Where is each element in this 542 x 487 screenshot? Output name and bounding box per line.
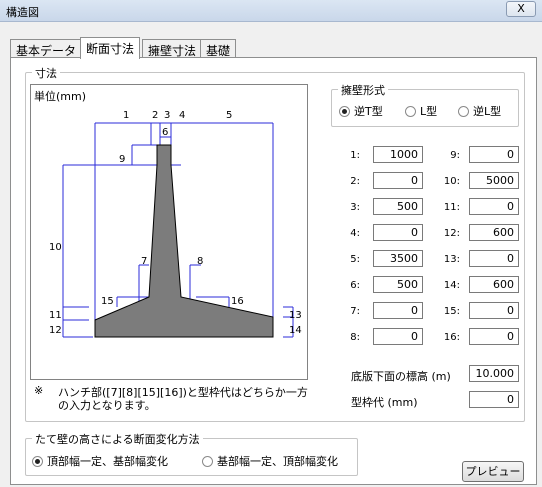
param-15-input[interactable]: 0 — [469, 302, 519, 319]
section-drawing: 単位(mm) 1 2 3 5 4 6 7 8 9 10 11 12 13 14 … — [30, 84, 308, 380]
param-5-input[interactable]: 3500 — [373, 250, 423, 267]
param-1-input[interactable]: 1000 — [373, 146, 423, 163]
param-label: 6: — [350, 280, 360, 291]
section-change-base-fixed-radio[interactable]: 基部幅一定、頂部幅変化 — [202, 453, 338, 469]
radio-label: 逆T型 — [354, 105, 383, 118]
radio-label: L型 — [420, 105, 438, 118]
param-12-input[interactable]: 600 — [469, 224, 519, 241]
param-label: 8: — [350, 332, 360, 343]
param-9-input[interactable]: 0 — [469, 146, 519, 163]
dim-label-5: 4 — [179, 110, 185, 121]
section-change-group: たて壁の高さによる断面変化方法 頂部幅一定、基部幅変化 基部幅一定、頂部幅変化 — [25, 431, 358, 476]
radio-label: 逆L型 — [473, 105, 502, 118]
window-title: 構造図 — [6, 6, 39, 19]
param-3-input[interactable]: 500 — [373, 198, 423, 215]
dim-label-2: 2 — [152, 110, 158, 121]
section-change-top-fixed-radio[interactable]: 頂部幅一定、基部幅変化 — [32, 453, 168, 469]
param-label: 5: — [350, 254, 360, 265]
param-label: 11: — [443, 202, 460, 213]
dim-label-15: 15 — [101, 296, 114, 307]
param-label: 14: — [443, 280, 460, 291]
radio-dot — [339, 106, 350, 117]
title-bar: 構造図 X — [0, 0, 542, 22]
tab-foundation[interactable]: 基礎 — [200, 39, 237, 58]
param-7-input[interactable]: 0 — [373, 302, 423, 319]
param-label: 16: — [443, 332, 460, 343]
bottom-elevation-input[interactable]: 10.000 — [469, 365, 519, 382]
wall-type-title: 擁壁形式 — [338, 82, 388, 98]
param-14-input[interactable]: 600 — [469, 276, 519, 293]
bottom-elevation-label: 底版下面の標高 (m) — [351, 370, 451, 383]
param-label: 12: — [443, 228, 460, 239]
dim-label-3: 3 — [164, 110, 170, 121]
dim-label-13: 13 — [289, 310, 302, 321]
radio-dot — [32, 456, 43, 467]
param-label: 1: — [350, 150, 360, 161]
dim-label-1: 1 — [123, 110, 129, 121]
dim-label-9: 9 — [119, 154, 125, 165]
param-4-input[interactable]: 0 — [373, 224, 423, 241]
radio-dot — [405, 106, 416, 117]
param-label: 7: — [350, 306, 360, 317]
section-diagram: 1 2 3 5 4 6 7 8 9 10 11 12 13 14 15 16 — [49, 110, 302, 338]
note-symbol: ※ — [34, 384, 44, 397]
tab-wall-dimensions[interactable]: 擁壁寸法 — [142, 39, 203, 58]
radio-label: 基部幅一定、頂部幅変化 — [217, 455, 338, 468]
dim-label-16: 16 — [231, 296, 244, 307]
param-6-input[interactable]: 500 — [373, 276, 423, 293]
param-11-input[interactable]: 0 — [469, 198, 519, 215]
param-label: 2: — [350, 176, 360, 187]
param-16-input[interactable]: 0 — [469, 328, 519, 345]
radio-dot — [458, 106, 469, 117]
wall-type-inverted-t-radio[interactable]: 逆T型 — [339, 103, 383, 119]
param-8-input[interactable]: 0 — [373, 328, 423, 345]
tab-basic-data[interactable]: 基本データ — [10, 39, 83, 58]
dim-label-4: 5 — [226, 110, 232, 121]
dim-label-7: 7 — [141, 256, 147, 267]
dim-label-6: 6 — [162, 127, 168, 138]
param-label: 13: — [443, 254, 460, 265]
wall-type-group: 擁壁形式 逆T型 L型 逆L型 — [331, 82, 519, 127]
retaining-wall-shape — [94, 144, 274, 338]
wall-type-inverted-l-radio[interactable]: 逆L型 — [458, 103, 501, 119]
dim-label-11: 11 — [49, 310, 62, 321]
note-line-2: の入力となります。 — [58, 399, 156, 412]
param-label: 4: — [350, 228, 360, 239]
param-2-input[interactable]: 0 — [373, 172, 423, 189]
param-label: 9: — [450, 150, 460, 161]
radio-label: 頂部幅一定、基部幅変化 — [47, 455, 168, 468]
tab-section-dimensions[interactable]: 断面寸法 — [80, 37, 141, 59]
param-13-input[interactable]: 0 — [469, 250, 519, 267]
dim-label-12: 12 — [49, 325, 62, 336]
wall-type-l-radio[interactable]: L型 — [405, 103, 437, 119]
formwork-input[interactable]: 0 — [469, 391, 519, 408]
section-change-title: たて壁の高さによる断面変化方法 — [32, 431, 203, 447]
param-label: 10: — [443, 176, 460, 187]
param-label: 15: — [443, 306, 460, 317]
param-label: 3: — [350, 202, 360, 213]
preview-button[interactable]: プレビュー — [462, 461, 524, 482]
dimensions-group-title: 寸法 — [32, 65, 60, 81]
dim-label-8: 8 — [197, 256, 203, 267]
radio-dot — [202, 456, 213, 467]
dim-label-14: 14 — [289, 325, 302, 336]
param-10-input[interactable]: 5000 — [469, 172, 519, 189]
close-button[interactable]: X — [506, 1, 536, 17]
dim-label-10: 10 — [49, 242, 62, 253]
formwork-label: 型枠代 (mm) — [351, 396, 418, 409]
